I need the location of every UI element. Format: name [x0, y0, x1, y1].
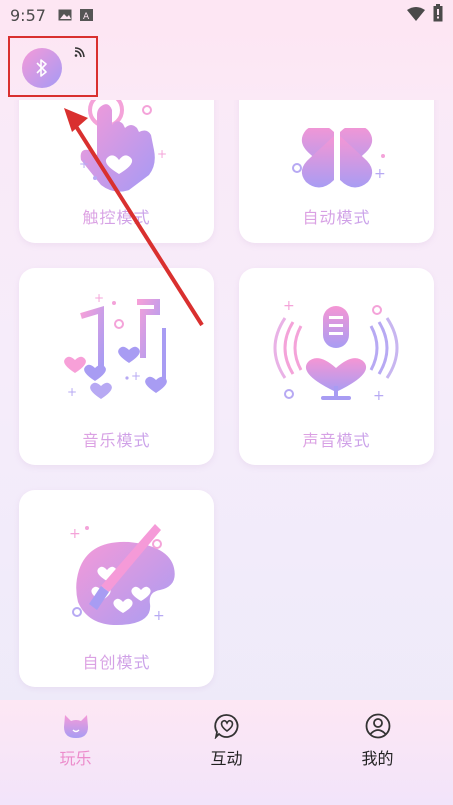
svg-text:+: +	[94, 291, 104, 305]
user-icon	[365, 713, 391, 743]
svg-text:+: +	[374, 166, 386, 182]
svg-text:+: +	[67, 385, 77, 399]
mode-grid: + + 触控模式 + 自动模式 + + + 音乐模式 + + 声音模式 + + …	[0, 0, 453, 700]
image-icon	[58, 9, 72, 21]
signal-icon	[74, 47, 85, 58]
svg-text:+: +	[79, 157, 89, 171]
mode-label: 自动模式	[239, 204, 434, 228]
heart-chat-icon	[213, 713, 240, 743]
bluetooth-icon	[36, 59, 47, 77]
nav-item-mine[interactable]: 我的	[302, 700, 453, 805]
status-time: 9:57	[10, 5, 46, 25]
mode-label: 触控模式	[19, 204, 214, 228]
bottom-nav: 玩乐 互动 我的	[0, 700, 453, 805]
mode-label: 自创模式	[19, 649, 214, 673]
svg-text:+: +	[131, 369, 141, 383]
bluetooth-highlight-box	[8, 36, 98, 97]
mode-card-custom[interactable]: + + 自创模式	[19, 490, 214, 687]
keyboard-a-icon: A	[79, 9, 93, 21]
mode-card-music[interactable]: + + + 音乐模式	[19, 268, 214, 465]
nav-item-play[interactable]: 玩乐	[0, 700, 151, 805]
mode-card-voice[interactable]: + + 声音模式	[239, 268, 434, 465]
nav-label: 我的	[361, 749, 394, 768]
svg-text:+: +	[283, 298, 295, 314]
bluetooth-button[interactable]	[22, 48, 62, 88]
svg-text:+: +	[157, 147, 167, 161]
svg-text:A: A	[83, 12, 90, 21]
header	[0, 30, 453, 100]
battery-icon	[433, 4, 443, 26]
wifi-icon	[407, 6, 425, 25]
svg-text:+: +	[373, 388, 385, 404]
svg-text:+: +	[69, 526, 81, 542]
nav-item-interact[interactable]: 互动	[151, 700, 302, 805]
nav-label: 互动	[210, 749, 243, 768]
nav-label: 玩乐	[59, 749, 92, 768]
mode-label: 声音模式	[239, 427, 434, 451]
cat-face-icon	[62, 713, 90, 743]
mode-label: 音乐模式	[19, 427, 214, 451]
svg-text:+: +	[153, 608, 165, 624]
status-bar: 9:57 A	[0, 0, 453, 30]
